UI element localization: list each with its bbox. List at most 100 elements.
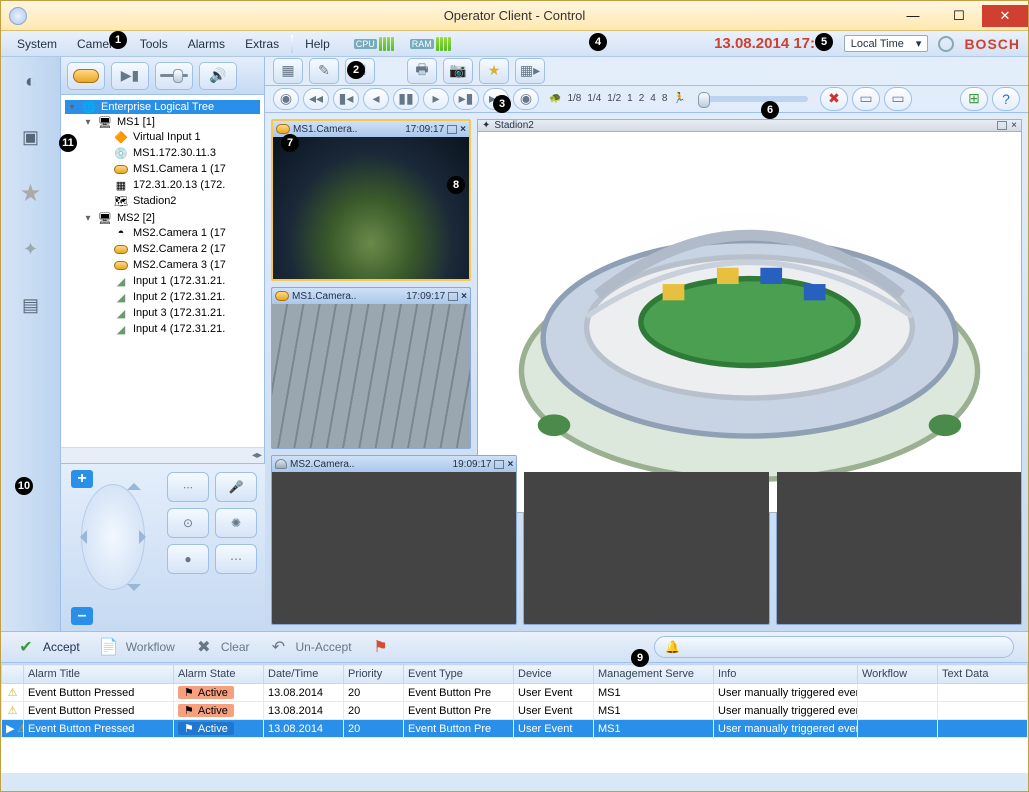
pb-jog-start[interactable]: ◉ — [273, 88, 299, 110]
ptz-mic-button[interactable]: 🎤 — [215, 472, 257, 502]
tree-item[interactable]: MS2.Camera 3 (17 — [97, 258, 260, 272]
tile-close-icon[interactable]: × — [1011, 120, 1017, 131]
pb-jog-end[interactable]: ◉ — [513, 88, 539, 110]
tree-playback-button[interactable]: ▶▮ — [111, 62, 149, 90]
cam-tile-ms2-3[interactable]: MS2.Camera.. 19:09:17 × — [776, 455, 1022, 625]
rail-star-icon[interactable]: ★ — [17, 179, 45, 207]
map-tile[interactable]: ✦ Stadion2 × — [477, 119, 1022, 449]
maximize-button[interactable]: ☐ — [936, 5, 982, 27]
tree-ms2[interactable]: ▾🖥MS2 [2] — [81, 211, 260, 225]
pb-window2[interactable]: ▭ — [884, 87, 912, 111]
pb-delete[interactable]: ✖ — [820, 87, 848, 111]
vt-snapshot-button[interactable]: 📷 — [443, 58, 473, 84]
alarm-unaccept-button[interactable]: ↶Un-Accept — [268, 637, 352, 657]
logical-tree[interactable]: ▾🌐Enterprise Logical Tree ▾🖥MS1 [1] 🔶Vir… — [61, 95, 264, 447]
pb-window1[interactable]: ▭ — [852, 87, 880, 111]
alarm-header-row[interactable]: Alarm Title Alarm State Date/Time Priori… — [2, 665, 1028, 684]
ptz-focus-button[interactable]: ⊙ — [167, 508, 209, 538]
rail-camera-icon[interactable]: ▣ — [17, 123, 45, 151]
menu-camera[interactable]: Camera — [69, 35, 128, 53]
alarm-grid[interactable]: Alarm Title Alarm State Date/Time Priori… — [1, 663, 1028, 773]
alarm-workflow-button[interactable]: 📄Workflow — [98, 637, 175, 657]
col-date[interactable]: Date/Time — [264, 665, 344, 684]
col-state[interactable]: Alarm State — [174, 665, 264, 684]
tile-close-icon[interactable]: × — [461, 291, 467, 302]
tree-hscrollbar[interactable]: ◂▸ — [61, 447, 264, 463]
tree-item[interactable]: 🔶Virtual Input 1 — [97, 130, 260, 144]
tree-item[interactable]: ◢Input 2 (172.31.21. — [97, 290, 260, 304]
pb-step-back[interactable]: ▮◂ — [333, 88, 359, 110]
col-title[interactable]: Alarm Title — [24, 665, 174, 684]
col-eventtype[interactable]: Event Type — [404, 665, 514, 684]
cam-tile-ms1-2[interactable]: 📷 ⏺ ▸ 🔊 MS1.Camera.. 17:09:17 × — [271, 287, 471, 449]
pb-step-fwd[interactable]: ▸▮ — [453, 88, 479, 110]
map-viewport[interactable] — [477, 132, 1022, 513]
col-icon[interactable] — [2, 665, 24, 684]
rail-compass-icon[interactable]: ✦ — [17, 235, 45, 263]
alarm-clear-button[interactable]: ✖Clear — [193, 637, 250, 657]
pb-add[interactable]: ⊞ — [960, 87, 988, 111]
col-ms[interactable]: Management Serve — [594, 665, 714, 684]
menu-alarms[interactable]: Alarms — [180, 35, 233, 53]
ptz-rec-button[interactable]: ● — [167, 544, 209, 574]
vt-sequence-button[interactable]: ▦▸ — [515, 58, 545, 84]
alarm-bell-bar[interactable]: 🔔 — [654, 636, 1014, 658]
tree-root[interactable]: ▾🌐Enterprise Logical Tree — [65, 100, 260, 114]
tree-item[interactable]: ◢Input 1 (172.31.21. — [97, 274, 260, 288]
menu-tools[interactable]: Tools — [132, 35, 176, 53]
menu-system[interactable]: System — [9, 35, 65, 53]
pb-rewind[interactable]: ◂◂ — [303, 88, 329, 110]
timezone-dropdown[interactable]: Local Time ▾ — [844, 35, 929, 52]
tree-item[interactable]: 💿MS1.172.30.11.3 — [97, 146, 260, 160]
tree-camera-button[interactable] — [67, 62, 105, 90]
col-info[interactable]: Info — [714, 665, 858, 684]
rail-globe-icon[interactable]: ◐ — [17, 67, 45, 95]
tree-item[interactable]: MS1.Camera 1 (17 — [97, 162, 260, 176]
tree-item[interactable]: MS2.Camera 2 (17 — [97, 242, 260, 256]
tree-audio-button[interactable]: 🔊 — [199, 62, 237, 90]
tile-close-icon[interactable]: × — [460, 124, 466, 135]
menu-extras[interactable]: Extras — [237, 35, 287, 53]
cam-tile-ms2-2[interactable]: MS2.Camera.. 19:09:17 × — [523, 455, 769, 625]
tile-max-icon[interactable] — [494, 460, 504, 469]
tile-max-icon[interactable] — [448, 292, 458, 301]
tree-item[interactable]: ◢Input 4 (172.31.21. — [97, 322, 260, 336]
ptz-rose[interactable] — [69, 472, 157, 602]
tree-item[interactable]: ◢Input 3 (172.31.21. — [97, 306, 260, 320]
ptz-iris-button[interactable]: ✺ — [215, 508, 257, 538]
ptz-zoom-out[interactable]: – — [71, 607, 93, 625]
menu-help[interactable]: Help — [297, 35, 338, 53]
alarm-row-selected[interactable]: ▶ ⚠ Event Button Pressed ⚑Active 13.08.2… — [2, 720, 1028, 738]
minimize-button[interactable]: — — [890, 5, 936, 27]
pb-play[interactable]: ▸ — [423, 88, 449, 110]
close-button[interactable]: ✕ — [982, 5, 1028, 27]
vt-print-button[interactable]: 🖶 — [407, 58, 437, 84]
speed-track[interactable] — [698, 96, 808, 102]
vt-layout-button[interactable]: ▦ — [273, 58, 303, 84]
vt-favorite-button[interactable]: ★ — [479, 58, 509, 84]
alarm-row[interactable]: ⚠ Event Button Pressed ⚑Active 13.08.201… — [2, 702, 1028, 720]
tile-max-icon[interactable] — [997, 121, 1007, 130]
pb-help[interactable]: ? — [992, 87, 1020, 111]
col-device[interactable]: Device — [514, 665, 594, 684]
tree-item[interactable]: ◓MS2.Camera 1 (17 — [97, 226, 260, 240]
ptz-aux-button[interactable]: ⋯ — [215, 544, 257, 574]
cam-tile-ms1-1[interactable]: 📷 ⏺ ▸ 🔊 MS1.Camera.. 17:09:17 × — [271, 119, 471, 281]
vt-edit-button[interactable]: ✎ — [309, 58, 339, 84]
col-priority[interactable]: Priority — [344, 665, 404, 684]
tree-ms1[interactable]: ▾🖥MS1 [1] — [81, 115, 260, 129]
vt-export-button[interactable]: ⇲ — [345, 58, 375, 84]
tile-close-icon[interactable]: × — [507, 459, 513, 470]
pb-pause[interactable]: ▮▮ — [393, 88, 419, 110]
tree-item[interactable]: ▦172.31.20.13 (172. — [97, 178, 260, 192]
tile-max-icon[interactable] — [447, 125, 457, 134]
alarm-flag-button[interactable]: ⚑ — [370, 637, 392, 657]
col-textdata[interactable]: Text Data — [938, 665, 1028, 684]
rail-list-icon[interactable]: ▤ — [17, 291, 45, 319]
print-icon[interactable] — [938, 36, 954, 52]
pb-ffwd[interactable]: ▸▸ — [483, 88, 509, 110]
cam-tile-ms2-1[interactable]: 📷 ▸ 🔊 MS2.Camera.. 19:09:17 × — [271, 455, 517, 625]
alarm-accept-button[interactable]: ✔Accept — [15, 637, 80, 657]
pb-back[interactable]: ◂ — [363, 88, 389, 110]
col-workflow[interactable]: Workflow — [858, 665, 938, 684]
